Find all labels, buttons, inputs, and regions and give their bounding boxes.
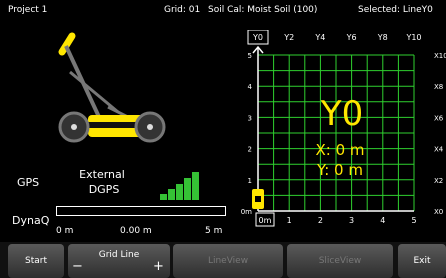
y-axis-label: 4 [248, 83, 253, 91]
row-label: X2 [434, 177, 443, 185]
column-label[interactable]: Y0 [252, 33, 263, 42]
x-axis-label: 2 [318, 216, 323, 225]
grid-id: Grid: 01 [164, 5, 201, 15]
selected-line: Selected: LineY0 [358, 5, 433, 15]
dynaq-label: DynaQ [12, 214, 50, 227]
y-axis-label: 3 [248, 114, 252, 122]
project-name: Project 1 [8, 5, 48, 15]
status-bar: Project 1 Grid: 01 Soil Cal: Moist Soil … [0, 0, 446, 22]
signal-bar [184, 178, 191, 200]
signal-bar [168, 189, 175, 200]
dynaq-max-tick: 5 m [205, 226, 223, 236]
gps-label: GPS [17, 176, 40, 189]
column-label[interactable]: Y6 [346, 33, 357, 42]
grid-line-plus-button[interactable]: + [153, 259, 164, 274]
x-axis-label: 3 [349, 216, 354, 225]
soil-calibration: Soil Cal: Moist Soil (100) [208, 5, 318, 15]
y-axis-label: 5 [248, 52, 252, 60]
row-label: X8 [434, 83, 443, 91]
dynaq-value: 0.00 m [120, 226, 152, 236]
signal-bar [176, 184, 183, 200]
grid-line-minus-button[interactable]: − [72, 259, 83, 274]
start-button[interactable]: Start [8, 244, 64, 278]
gps-source-line1: External [79, 168, 125, 181]
y-axis-label: 0m [241, 208, 252, 216]
x-axis-label: 5 [411, 216, 416, 225]
y-axis-label: 1 [248, 177, 252, 185]
overlay-line-title: Y0 [320, 94, 363, 134]
row-label: X0 [434, 208, 443, 216]
y-axis-label: 2 [248, 146, 252, 154]
dynaq-progress-bar [56, 206, 226, 216]
lineview-button[interactable]: LineView [173, 244, 283, 278]
survey-grid[interactable]: Y0 Y2 Y4 Y6 Y8 Y10 X10 X8 X6 X4 X2 X0 5 4 3 2 1 0m 0m 1 2 3 4 5… [230, 30, 446, 240]
sliceview-button[interactable]: SliceView [287, 244, 393, 278]
grid-line-label: Grid Line [98, 250, 140, 260]
x-axis-label: 1 [287, 216, 292, 225]
row-label: X6 [434, 114, 444, 122]
gps-source-line2: DGPS [88, 183, 120, 196]
gps-signal-bars [160, 170, 200, 200]
cart-position-marker-inner [255, 196, 261, 202]
dynaq-min-tick: 0 m [56, 226, 74, 236]
signal-bar [192, 172, 199, 200]
column-label[interactable]: Y4 [314, 33, 325, 42]
x-axis-label: 4 [380, 216, 385, 225]
x-axis-label: 0m [259, 216, 272, 225]
column-label[interactable]: Y10 [405, 33, 421, 42]
column-label[interactable]: Y2 [283, 33, 294, 42]
overlay-x-position: X: 0 m [315, 141, 364, 159]
row-label: X10 [434, 52, 446, 60]
gpr-cart-illustration [58, 32, 166, 143]
column-label[interactable]: Y8 [377, 33, 388, 42]
overlay-y-position: Y: 0 m [316, 161, 363, 179]
signal-bar [160, 194, 167, 200]
row-label: X4 [434, 146, 444, 154]
exit-button[interactable]: Exit [398, 244, 446, 278]
